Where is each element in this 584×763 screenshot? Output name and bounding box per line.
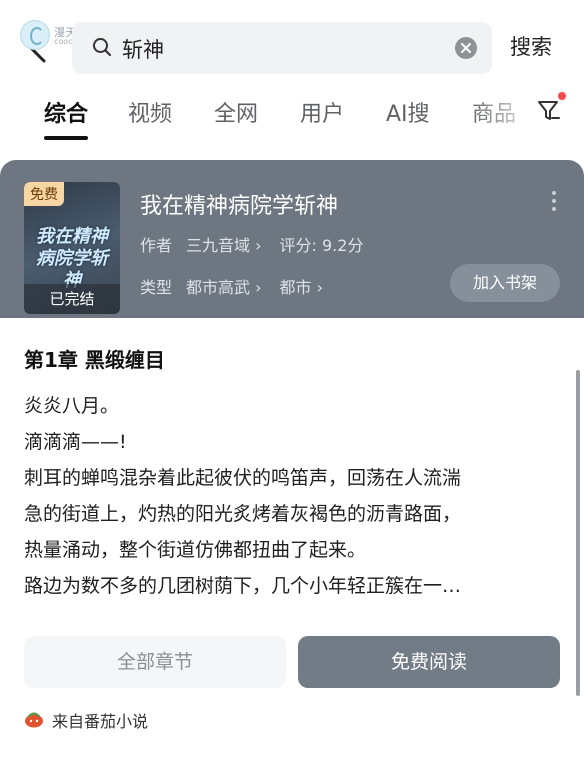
search-input[interactable]: 斩神 xyxy=(72,22,492,74)
chapter-line: 滴滴滴——! xyxy=(24,431,127,453)
search-icon xyxy=(93,38,112,57)
chapter-title: 第1章 黑缎缠目 xyxy=(24,348,165,372)
tab-active-indicator xyxy=(44,136,88,140)
filter-notification-dot xyxy=(558,92,566,100)
category-row: 类型 都市高武 › 都市 › xyxy=(140,274,341,298)
tab-web[interactable]: 全网 xyxy=(214,96,258,128)
category-link-2[interactable]: 都市 › xyxy=(280,278,324,297)
chapter-line: 热量涌动，整个街道仿佛都扭曲了起来。 xyxy=(24,539,367,561)
category-link-1[interactable]: 都市高武 › xyxy=(186,278,262,297)
top-bar: 漫天糖动漫 cooco.com 斩神 搜索 xyxy=(0,0,584,80)
clear-icon[interactable] xyxy=(454,36,478,60)
book-cover[interactable]: 我在精神病院学斩神 免费 已完结 xyxy=(24,182,120,314)
completion-status: 已完结 xyxy=(24,284,120,314)
watermark-logo-icon xyxy=(20,20,50,50)
filter-icon[interactable] xyxy=(536,98,562,124)
category-2: 都市 xyxy=(279,278,312,297)
search-query[interactable]: 斩神 xyxy=(122,34,164,64)
book-card-header: 我在精神病院学斩神 免费 已完结 我在精神病院学斩神 作者 三九音域 › 评分: 9… xyxy=(0,160,584,318)
book-title[interactable]: 我在精神病院学斩神 xyxy=(140,188,338,220)
tab-users[interactable]: 用户 xyxy=(300,96,344,128)
tomato-icon xyxy=(25,712,43,728)
author-link[interactable]: 三九音域 › xyxy=(186,236,262,255)
add-to-shelf-button[interactable]: 加入书架 xyxy=(450,264,560,302)
chapter-preview[interactable]: 炎炎八月。 滴滴滴——! 刺耳的蝉鸣混杂着此起彼伏的鸣笛声，回荡在人流湍 急的街… xyxy=(24,388,554,604)
author-name: 三九音域 xyxy=(186,236,251,255)
category-label: 类型 xyxy=(140,278,173,297)
chapter-line: 路边为数不多的几团树荫下，几个小年轻正簇在一… xyxy=(24,575,462,597)
tab-ai-search[interactable]: AI搜 xyxy=(386,96,430,128)
chapter-line: 急的街道上，灼热的阳光炙烤着灰褐色的沥青路面， xyxy=(24,503,462,525)
chapter-line: 炎炎八月。 xyxy=(24,395,120,417)
free-badge: 免费 xyxy=(24,182,64,206)
category-1: 都市高武 xyxy=(186,278,251,297)
tab-all[interactable]: 综合 xyxy=(44,96,88,128)
all-chapters-button[interactable]: 全部章节 xyxy=(24,636,286,688)
source-text: 来自番茄小说 xyxy=(52,712,149,731)
more-options-icon[interactable] xyxy=(550,190,558,212)
author-label: 作者 xyxy=(140,236,173,255)
book-result-card[interactable]: 我在精神病院学斩神 免费 已完结 我在精神病院学斩神 作者 三九音域 › 评分: 9… xyxy=(0,160,584,760)
author-row: 作者 三九音域 › 评分: 9.2分 xyxy=(140,232,363,256)
chapter-line: 刺耳的蝉鸣混杂着此起彼伏的鸣笛声，回荡在人流湍 xyxy=(24,467,462,489)
tab-video[interactable]: 视频 xyxy=(128,96,172,128)
rating: 评分: 9.2分 xyxy=(279,236,364,255)
tab-fade xyxy=(470,88,540,140)
free-read-button[interactable]: 免费阅读 xyxy=(298,636,560,688)
filter-tabs: 综合 视频 全网 用户 AI搜 商品 xyxy=(0,88,584,140)
book-cover-title: 我在精神病院学斩神 xyxy=(36,226,108,291)
search-button[interactable]: 搜索 xyxy=(510,31,552,61)
scrollbar[interactable] xyxy=(576,370,580,696)
